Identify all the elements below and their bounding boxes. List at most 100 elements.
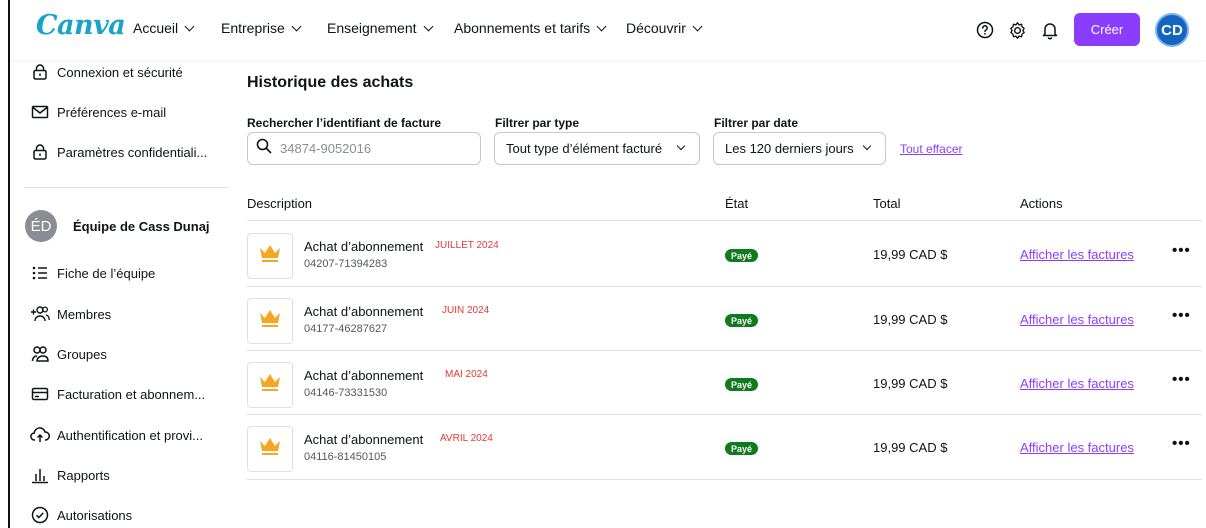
table-row: Achat d’abonnement JUILLET 2024 04207-71… — [247, 222, 1202, 286]
row-month: MAI 2024 — [445, 369, 488, 380]
filter-type-select[interactable]: Tout type d’élément facturé — [494, 132, 700, 165]
card-icon — [30, 384, 50, 404]
row-total: 19,99 CAD $ — [873, 440, 948, 455]
crown-icon — [258, 372, 282, 399]
crown-icon — [258, 308, 282, 335]
search-input[interactable] — [280, 141, 470, 156]
view-invoices-link[interactable]: Afficher les factures — [1020, 376, 1134, 391]
column-header-description: Description — [247, 196, 313, 211]
sidebar-item-label: Facturation et abonnem... — [57, 386, 206, 402]
invoice-search[interactable] — [247, 132, 481, 165]
help-icon[interactable] — [975, 20, 995, 40]
crown-icon — [258, 436, 282, 463]
cloud-upload-icon — [30, 425, 50, 445]
column-header-etat: État — [725, 196, 749, 211]
invoice-id: 04116-81450105 — [304, 451, 387, 463]
crown-thumbnail — [247, 426, 293, 472]
sidebar-item-membres[interactable]: Membres — [30, 304, 111, 324]
view-invoices-link[interactable]: Afficher les factures — [1020, 312, 1134, 327]
nav-abonnements-label: Abonnements et tarifs — [454, 20, 591, 36]
sidebar-item-autorisations[interactable]: Autorisations — [30, 505, 132, 525]
chevron-down-icon — [676, 141, 686, 151]
nav-abonnements[interactable]: Abonnements et tarifs — [454, 20, 607, 36]
chevron-down-icon — [596, 21, 607, 31]
sidebar-item-label: Autorisations — [57, 507, 133, 523]
invoice-id: 04207-71394283 — [304, 258, 388, 270]
row-total: 19,99 CAD $ — [873, 247, 948, 262]
sidebar-item-connexion[interactable]: Connexion et sécurité — [30, 62, 183, 82]
view-invoices-link[interactable]: Afficher les factures — [1020, 247, 1134, 262]
nav-decouvrir[interactable]: Découvrir — [626, 20, 703, 36]
sidebar-divider — [24, 187, 227, 188]
crown-icon — [258, 243, 282, 270]
filter-type-value: Tout type d’élément facturé — [506, 141, 663, 156]
row-title: Achat d’abonnement — [304, 239, 424, 254]
group-icon — [30, 344, 50, 364]
nav-entreprise-label: Entreprise — [221, 20, 285, 36]
nav-entreprise[interactable]: Entreprise — [221, 20, 302, 36]
sidebar-item-confidentialite[interactable]: Paramètres confidentiali... — [30, 142, 207, 162]
row-total: 19,99 CAD $ — [873, 376, 948, 391]
filter-date-select[interactable]: Les 120 derniers jours — [713, 132, 886, 165]
crown-thumbnail — [247, 233, 293, 279]
filter-type-label: Filtrer par type — [495, 116, 580, 130]
filter-date-value: Les 120 derniers jours — [725, 141, 854, 156]
row-month: AVRIL 2024 — [440, 433, 493, 444]
create-button[interactable]: Créer — [1074, 13, 1140, 46]
window-edge — [8, 0, 10, 528]
more-options-icon[interactable]: ••• — [1172, 307, 1191, 324]
sidebar-item-label: Groupes — [57, 346, 107, 362]
row-month: JUILLET 2024 — [435, 240, 499, 251]
table-divider — [247, 220, 1202, 221]
status-badge: Payé — [725, 378, 759, 391]
chevron-down-icon — [692, 21, 703, 31]
nav-accueil-label: Accueil — [133, 20, 179, 36]
sidebar-item-label: Préférences e-mail — [57, 104, 167, 120]
table-row: Achat d’abonnement MAI 2024 04146-733315… — [247, 351, 1202, 415]
canva-logo[interactable]: Canva — [36, 10, 126, 41]
crown-thumbnail — [247, 298, 293, 344]
filter-date-label: Filtrer par date — [714, 116, 799, 130]
chevron-down-icon — [291, 21, 302, 31]
check-circle-icon — [30, 505, 50, 525]
invoice-id: 04177-46287627 — [304, 323, 388, 335]
bar-chart-icon — [30, 465, 50, 485]
sidebar-item-fiche-equipe[interactable]: Fiche de l’équipe — [30, 263, 155, 283]
row-divider — [247, 479, 1202, 480]
add-people-icon — [30, 304, 50, 324]
top-navigation-bar: Canva Accueil Entreprise Enseignement Ab… — [10, 0, 1206, 60]
sidebar-item-preferences-email[interactable]: Préférences e-mail — [30, 102, 166, 122]
sidebar-item-label: Authentification et provi... — [57, 427, 203, 443]
sidebar-item-authentification[interactable]: Authentification et provi... — [30, 425, 203, 445]
row-title: Achat d’abonnement — [304, 304, 424, 319]
sidebar-item-label: Connexion et sécurité — [57, 64, 183, 80]
status-badge: Payé — [725, 249, 759, 262]
chevron-down-icon — [423, 21, 433, 31]
sidebar-item-label: Paramètres confidentiali... — [57, 144, 208, 160]
sidebar-item-label: Membres — [57, 306, 112, 322]
list-icon — [30, 263, 50, 283]
chevron-down-icon — [862, 141, 872, 151]
view-invoices-link[interactable]: Afficher les factures — [1020, 440, 1134, 455]
settings-icon[interactable] — [1007, 20, 1027, 40]
row-title: Achat d’abonnement — [304, 432, 424, 447]
nav-decouvrir-label: Découvrir — [626, 20, 686, 36]
user-avatar[interactable]: CD — [1155, 13, 1189, 47]
more-options-icon[interactable]: ••• — [1172, 242, 1191, 259]
team-avatar: ÉD — [25, 210, 57, 242]
mail-icon — [30, 102, 50, 122]
nav-enseignement[interactable]: Enseignement — [327, 20, 433, 36]
bell-icon[interactable] — [1040, 20, 1060, 40]
sidebar-item-facturation[interactable]: Facturation et abonnem... — [30, 384, 205, 404]
sidebar-item-rapports[interactable]: Rapports — [30, 465, 110, 485]
clear-all-link[interactable]: Tout effacer — [900, 142, 962, 156]
row-title: Achat d’abonnement — [304, 368, 424, 383]
row-total: 19,99 CAD $ — [873, 312, 948, 327]
more-options-icon[interactable]: ••• — [1172, 371, 1191, 388]
nav-accueil[interactable]: Accueil — [133, 20, 195, 36]
sidebar-item-groupes[interactable]: Groupes — [30, 344, 107, 364]
more-options-icon[interactable]: ••• — [1172, 435, 1191, 452]
lock-icon — [30, 62, 50, 82]
search-icon — [256, 138, 272, 159]
nav-enseignement-label: Enseignement — [327, 20, 417, 36]
